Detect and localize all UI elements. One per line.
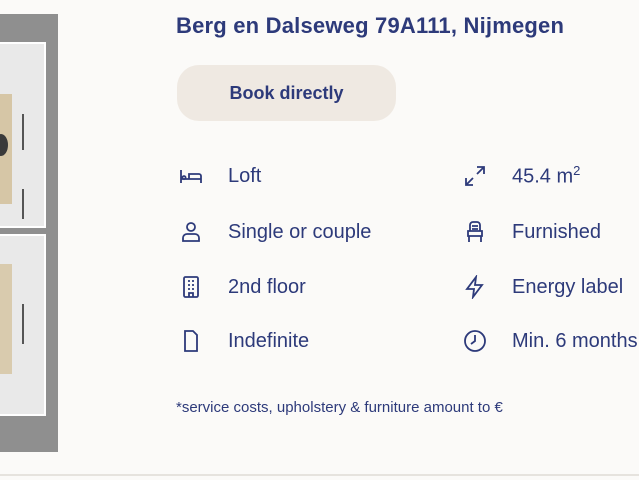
clock-icon [462,328,488,354]
feature-area-value: 45.4 m2 [512,163,581,188]
feature-furnishing: Furnished [462,219,601,245]
feature-floor-label: 2nd floor [228,275,306,298]
lightning-icon [462,274,488,300]
feature-area: 45.4 m2 [462,163,580,189]
feature-type: Loft [178,163,261,189]
building-icon [178,274,204,300]
floorplan-wall [22,304,24,344]
feature-occupancy: Single or couple [178,219,371,245]
listing-address: Berg en Dalseweg 79A111, Nijmegen [176,13,565,38]
floorplan-wall [22,114,24,150]
divider [0,474,639,476]
feature-type-label: Loft [228,164,262,187]
floorplan-bed [0,264,12,374]
feature-furnishing-label: Furnished [512,220,601,243]
feature-duration-label: Indefinite [228,329,310,352]
feature-energy-label: Energy label [512,275,624,298]
floorplan-wall [22,189,24,219]
feature-energy: Energy label [462,274,623,300]
floorplan-image[interactable] [0,14,58,452]
service-costs-footnote: *service costs, upholstery & furniture a… [176,399,503,416]
person-icon [178,219,204,245]
feature-min-rental: Min. 6 months [462,328,638,354]
feature-duration: Indefinite [178,328,309,354]
book-directly-button[interactable]: Book directly [177,65,396,121]
feature-floor: 2nd floor [178,274,306,300]
bed-icon [178,163,204,189]
expand-arrows-icon [462,163,488,189]
chair-icon [462,219,488,245]
area-unit-superscript: 2 [573,163,581,179]
feature-min-rental-label: Min. 6 months [512,329,638,352]
feature-occupancy-label: Single or couple [228,220,372,243]
document-icon [178,328,204,354]
